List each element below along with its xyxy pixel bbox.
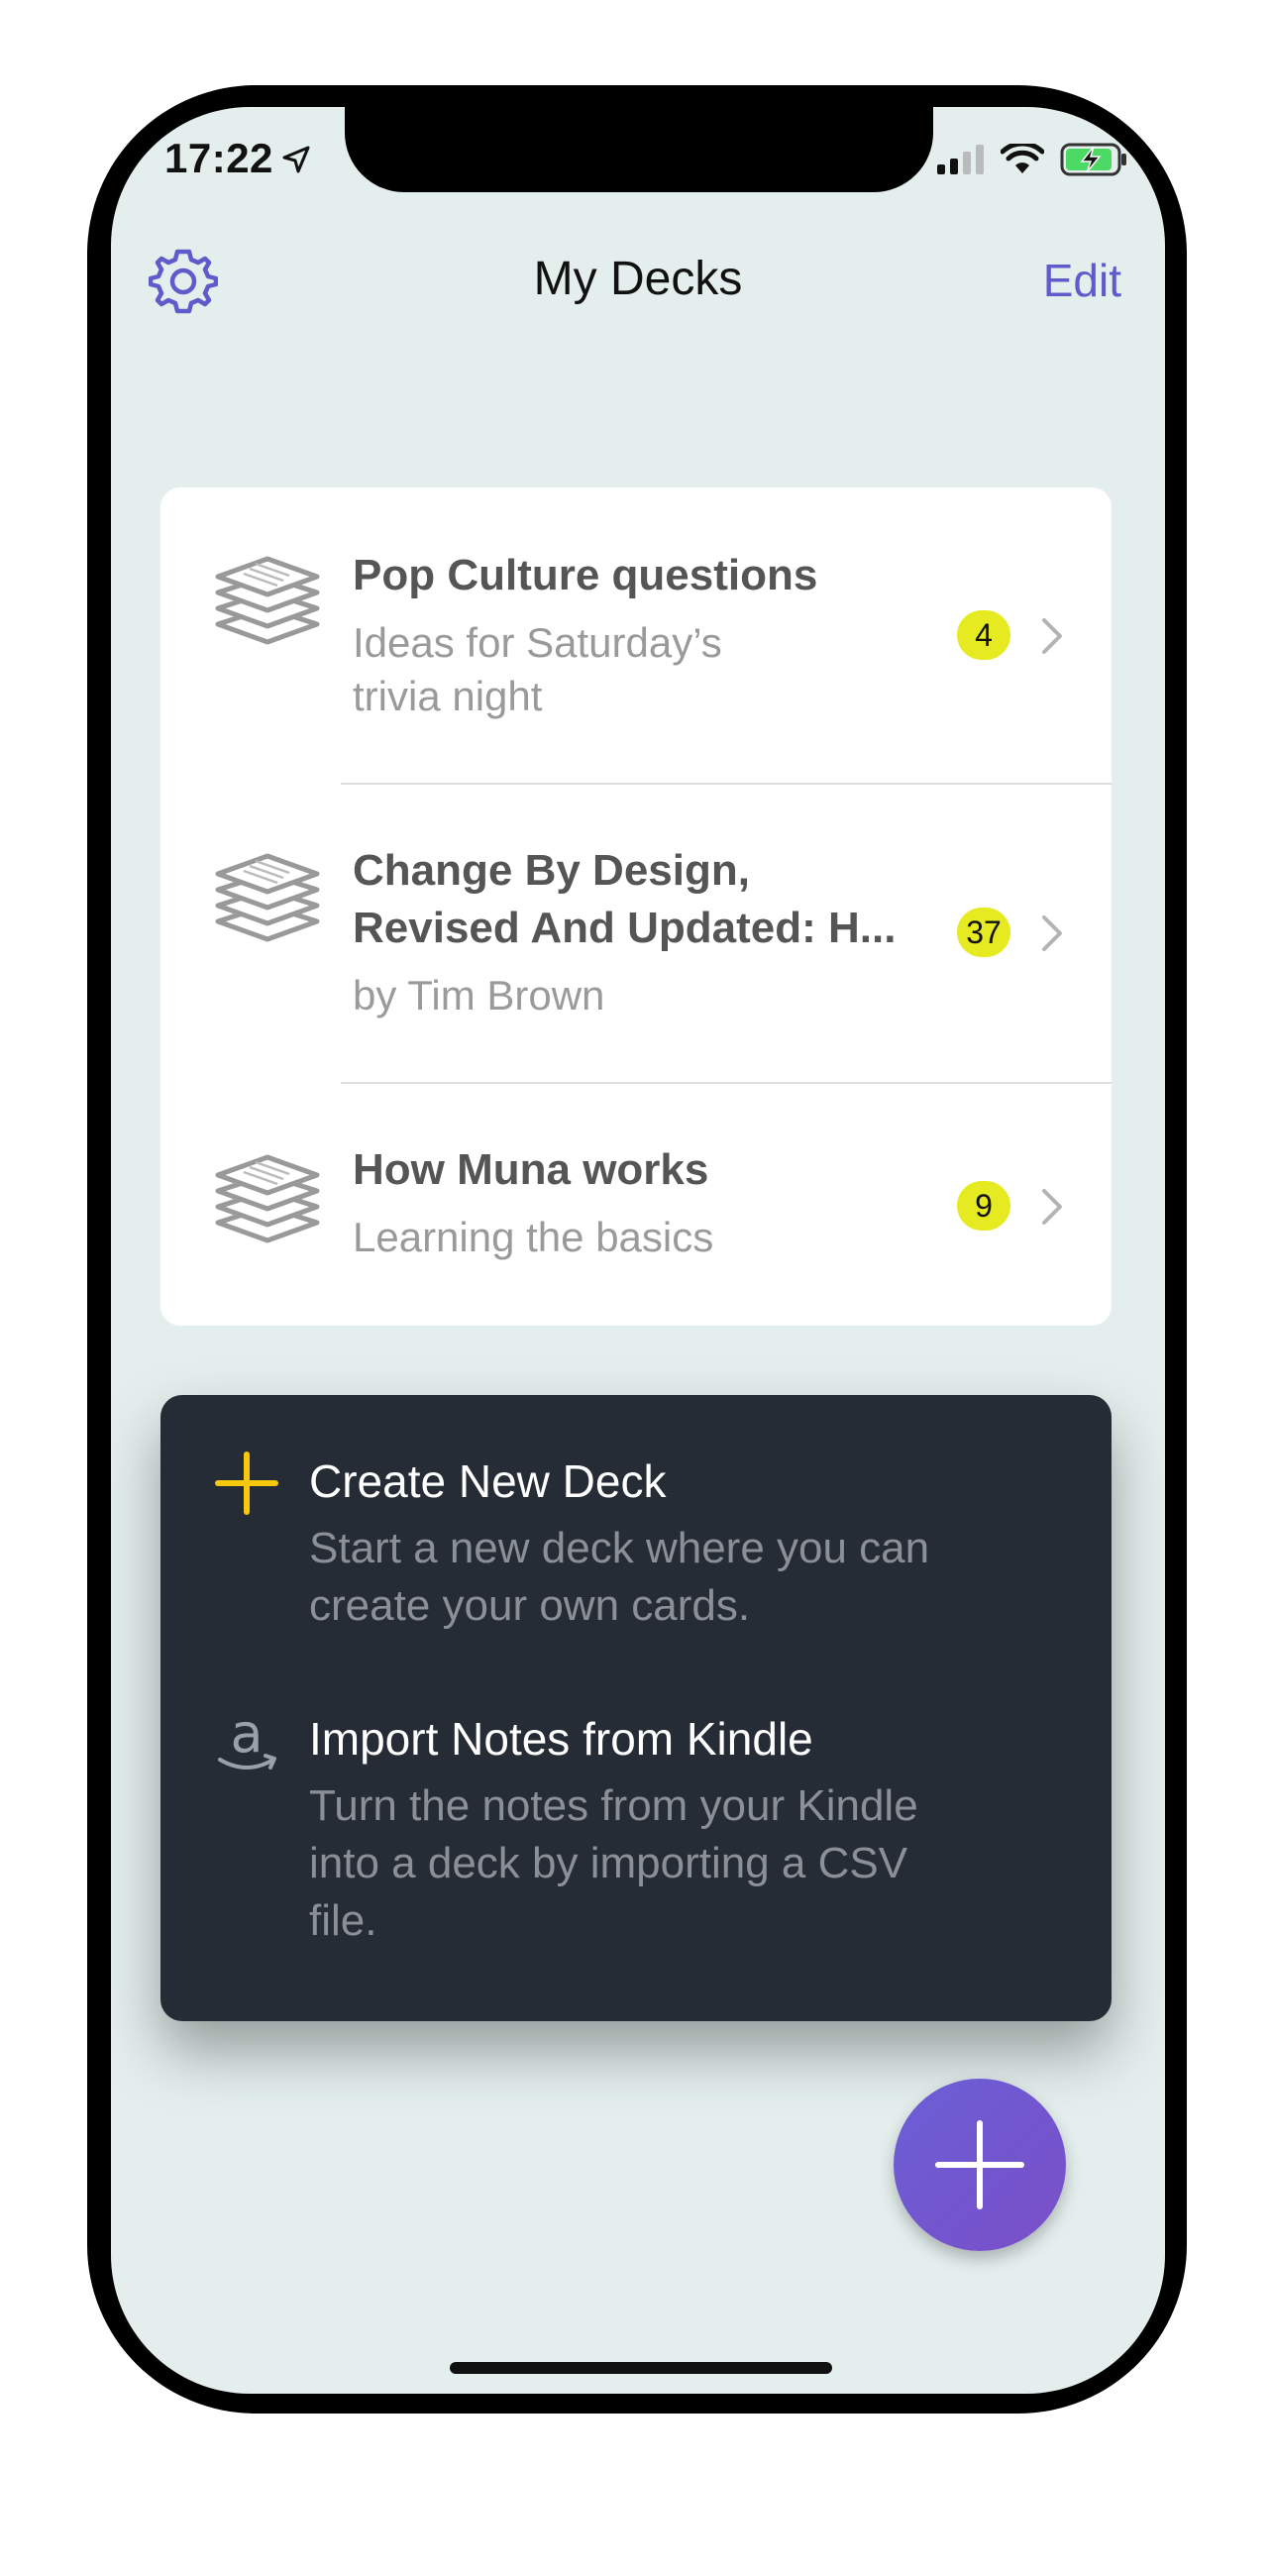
chevron-right-icon bbox=[1042, 1189, 1062, 1225]
deck-stack-icon bbox=[215, 853, 320, 942]
card-count-badge: 37 bbox=[957, 908, 1010, 957]
chevron-right-icon bbox=[1042, 618, 1062, 654]
battery-charging-icon bbox=[1060, 143, 1126, 176]
notch bbox=[345, 107, 933, 192]
edit-button[interactable]: Edit bbox=[1043, 254, 1121, 307]
home-indicator[interactable] bbox=[450, 2362, 832, 2374]
deck-stack-icon bbox=[215, 1154, 320, 1243]
menu-item-title: Import Notes from Kindle bbox=[309, 1713, 813, 1765]
deck-list: Pop Culture questions Ideas for Saturday… bbox=[160, 487, 1112, 1326]
deck-subtitle: by Tim Brown bbox=[353, 972, 605, 1019]
app-screen: 17:22 My Decks Edit Pop Culture question… bbox=[111, 107, 1165, 2394]
plus-icon bbox=[935, 2120, 1024, 2209]
deck-title: How Muna works bbox=[353, 1145, 709, 1194]
deck-subtitle: Ideas for Saturday’s bbox=[353, 619, 722, 666]
card-count-badge: 4 bbox=[957, 610, 1010, 660]
menu-item-description: file. bbox=[309, 1896, 377, 1945]
deck-row-how-muna-works[interactable]: How Muna works Learning the basics 9 bbox=[160, 1084, 1112, 1326]
deck-title: Pop Culture questions bbox=[353, 551, 818, 599]
menu-item-description: create your own cards. bbox=[309, 1581, 751, 1630]
deck-row-change-by-design[interactable]: Change By Design, Revised And Updated: H… bbox=[160, 785, 1112, 1082]
status-time: 17:22 bbox=[164, 135, 273, 181]
menu-item-description: into a deck by importing a CSV bbox=[309, 1839, 908, 1887]
signal-icon bbox=[937, 145, 984, 174]
menu-item-title: Create New Deck bbox=[309, 1455, 667, 1507]
menu-item-description: Turn the notes from your Kindle bbox=[309, 1781, 918, 1830]
menu-item-import-kindle[interactable]: a Import Notes from Kindle Turn the note… bbox=[160, 1653, 1112, 2021]
menu-item-create-deck[interactable]: Create New Deck Start a new deck where y… bbox=[160, 1395, 1112, 1653]
svg-text:a: a bbox=[230, 1708, 263, 1765]
deck-title: Revised And Updated: H... bbox=[353, 904, 897, 952]
amazon-icon: a bbox=[218, 1708, 276, 1770]
chevron-right-icon bbox=[1042, 915, 1062, 951]
page-title: My Decks bbox=[533, 253, 743, 305]
menu-item-description: Start a new deck where you can bbox=[309, 1524, 930, 1572]
deck-subtitle: Learning the basics bbox=[353, 1214, 714, 1260]
wifi-icon bbox=[1001, 144, 1044, 173]
deck-subtitle: trivia night bbox=[353, 673, 543, 719]
add-deck-menu: Create New Deck Start a new deck where y… bbox=[160, 1395, 1112, 2021]
deck-stack-icon bbox=[215, 556, 320, 645]
location-arrow-icon bbox=[282, 146, 310, 173]
deck-row-pop-culture[interactable]: Pop Culture questions Ideas for Saturday… bbox=[160, 487, 1112, 783]
status-icons bbox=[937, 143, 1129, 176]
plus-icon bbox=[215, 1451, 278, 1515]
card-count-badge: 9 bbox=[957, 1181, 1010, 1231]
deck-title: Change By Design, bbox=[353, 846, 750, 895]
phone-frame: 17:22 My Decks Edit Pop Culture question… bbox=[87, 85, 1187, 2414]
add-deck-button[interactable] bbox=[894, 2079, 1066, 2251]
